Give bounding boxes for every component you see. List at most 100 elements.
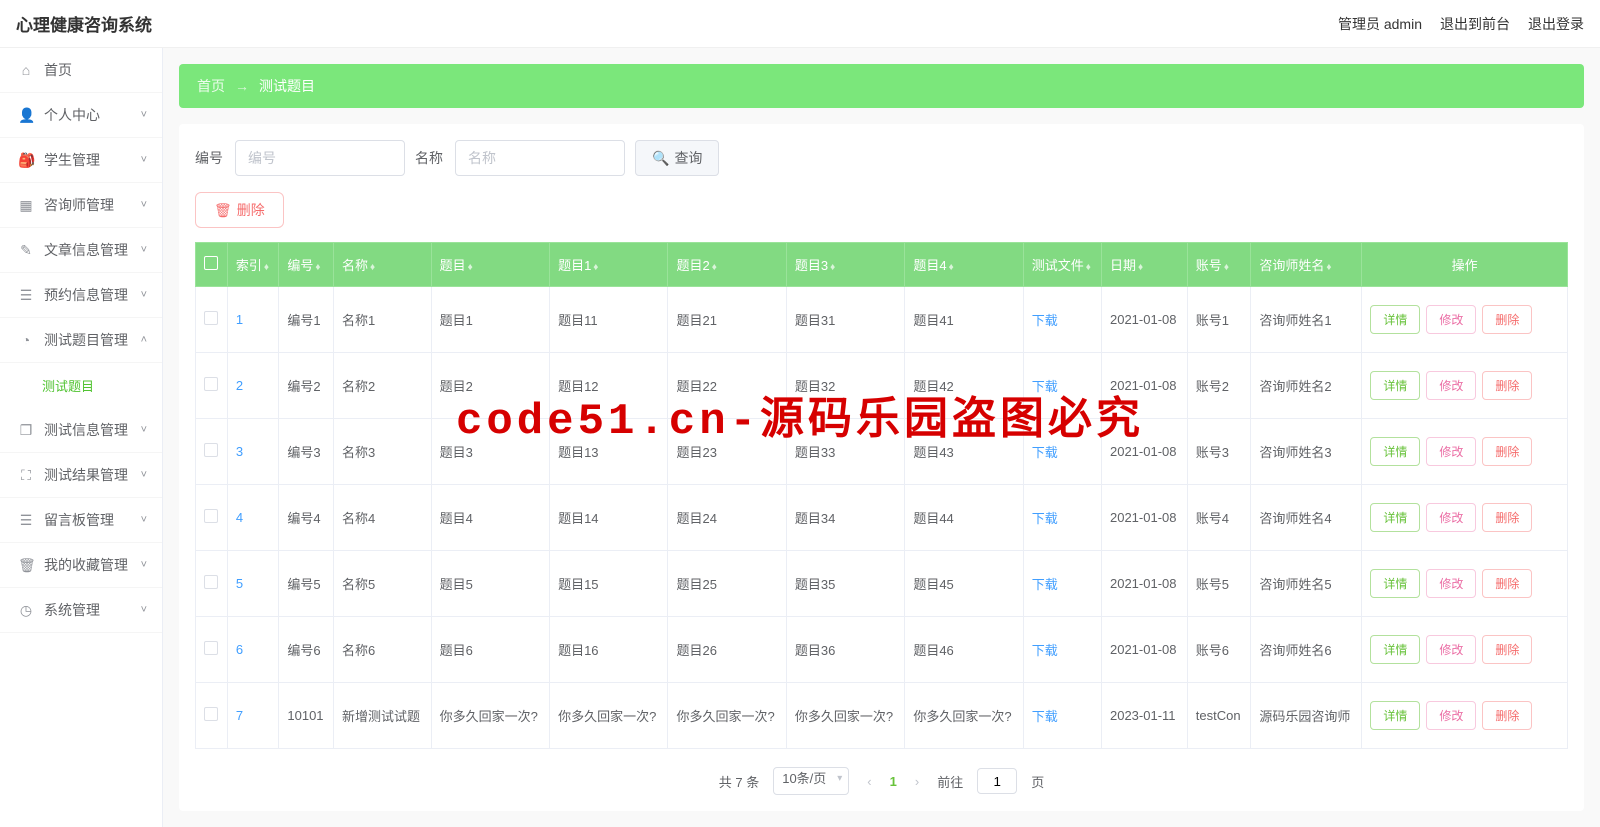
detail-button[interactable]: 详情 [1370,371,1420,400]
cell-code: 编号6 [279,617,334,683]
delete-button[interactable]: 删除 [1482,371,1532,400]
sort-icon[interactable]: ♦ [370,262,375,273]
delete-button[interactable]: 删除 [1482,503,1532,532]
goto-suffix: 页 [1031,772,1044,791]
menu-label: 测试结果管理 [44,465,128,485]
sort-icon[interactable]: ♦ [1224,262,1229,273]
sidebar-item-10[interactable]: 🗑我的收藏管理˅ [0,543,162,588]
cell-t0: 题目6 [431,617,549,683]
delete-button[interactable]: 删除 [1482,305,1532,334]
chevron-down-icon: ˅ [141,244,147,256]
row-checkbox[interactable] [204,707,218,721]
sort-icon[interactable]: ♦ [830,262,835,273]
detail-button[interactable]: 详情 [1370,635,1420,664]
delete-button[interactable]: 删除 [1482,569,1532,598]
table-header-8: 题目4♦ [905,243,1023,287]
row-checkbox[interactable] [204,443,218,457]
header-logout[interactable]: 退出登录 [1528,14,1584,34]
download-link[interactable]: 下载 [1032,577,1058,592]
sidebar-item-0[interactable]: ⌂首页 [0,48,162,93]
cell-date: 2021-01-08 [1101,287,1187,353]
detail-button[interactable]: 详情 [1370,305,1420,334]
chevron-down-icon: ˅ [141,289,147,301]
cell-date: 2021-01-08 [1101,353,1187,419]
sort-icon[interactable]: ♦ [264,262,269,273]
download-link[interactable]: 下载 [1032,643,1058,658]
edit-button[interactable]: 修改 [1426,371,1476,400]
download-link[interactable]: 下载 [1032,445,1058,460]
page-prev-button[interactable]: ‹ [863,774,875,789]
edit-button[interactable]: 修改 [1426,305,1476,334]
sidebar-item-9[interactable]: ☰留言板管理˅ [0,498,162,543]
cell-code: 编号3 [279,419,334,485]
edit-button[interactable]: 修改 [1426,437,1476,466]
header-exit-front[interactable]: 退出到前台 [1440,14,1510,34]
breadcrumb-home[interactable]: 首页 [197,76,225,96]
detail-button[interactable]: 详情 [1370,503,1420,532]
download-link[interactable]: 下载 [1032,511,1058,526]
app-title: 心理健康咨询系统 [16,11,152,36]
bulk-delete-button[interactable]: 🗑 删除 [195,192,284,228]
edit-button[interactable]: 修改 [1426,503,1476,532]
row-checkbox[interactable] [204,509,218,523]
cell-ops: 详情修改删除 [1362,617,1568,683]
sidebar-item-8[interactable]: ⛶测试结果管理˅ [0,453,162,498]
sidebar-subitem-active[interactable]: 测试题目 [0,363,162,408]
edit-button[interactable]: 修改 [1426,635,1476,664]
delete-button[interactable]: 删除 [1482,701,1532,730]
row-checkbox[interactable] [204,575,218,589]
sort-icon[interactable]: ♦ [468,262,473,273]
download-link[interactable]: 下载 [1032,379,1058,394]
sidebar-item-3[interactable]: ▦咨询师管理˅ [0,183,162,228]
edit-button[interactable]: 修改 [1426,701,1476,730]
pagination-total: 共 7 条 [719,772,759,791]
menu-label: 我的收藏管理 [44,555,128,575]
sort-icon[interactable]: ♦ [593,262,598,273]
detail-button[interactable]: 详情 [1370,437,1420,466]
sidebar-item-6[interactable]: ◔测试题目管理˄ [0,318,162,363]
row-checkbox[interactable] [204,377,218,391]
sort-icon[interactable]: ♦ [1138,262,1143,273]
detail-button[interactable]: 详情 [1370,701,1420,730]
sidebar-item-7[interactable]: ❐测试信息管理˅ [0,408,162,453]
row-ops: 详情修改删除 [1370,503,1559,532]
edit-button[interactable]: 修改 [1426,569,1476,598]
cell-t2: 题目23 [668,419,786,485]
table-header-13: 操作 [1362,243,1568,287]
row-checkbox[interactable] [204,311,218,325]
table-row: 4编号4名称4题目4题目14题目24题目34题目44下载2021-01-08账号… [196,485,1568,551]
page-current[interactable]: 1 [890,774,897,789]
detail-button[interactable]: 详情 [1370,569,1420,598]
sort-icon[interactable]: ♦ [1326,262,1331,273]
table-header-5: 题目1♦ [550,243,668,287]
select-all-checkbox[interactable] [204,256,218,270]
page-size-select[interactable]: 10条/页 ▾ [773,767,849,795]
download-link[interactable]: 下载 [1032,313,1058,328]
sidebar-item-5[interactable]: ☰预约信息管理˅ [0,273,162,318]
filter-name-input[interactable] [455,140,625,176]
cell-account: 账号3 [1187,419,1251,485]
download-link[interactable]: 下载 [1032,709,1058,724]
delete-button[interactable]: 删除 [1482,635,1532,664]
sidebar-item-1[interactable]: 👤个人中心˅ [0,93,162,138]
sidebar-item-2[interactable]: 🎒学生管理˅ [0,138,162,183]
sidebar-item-11[interactable]: ◷系统管理˅ [0,588,162,633]
sort-icon[interactable]: ♦ [949,262,954,273]
cell-t3: 题目35 [786,551,904,617]
sort-icon[interactable]: ♦ [315,262,320,273]
table-row: 2编号2名称2题目2题目12题目22题目32题目42下载2021-01-08账号… [196,353,1568,419]
search-button[interactable]: 🔍 查询 [635,140,719,176]
menu-icon: ◔ [18,332,34,348]
sort-icon[interactable]: ♦ [1086,262,1091,273]
delete-button[interactable]: 删除 [1482,437,1532,466]
header-admin-label[interactable]: 管理员 admin [1338,14,1422,34]
menu-label: 首页 [44,60,72,80]
goto-page-input[interactable] [977,768,1017,794]
filter-code-input[interactable] [235,140,405,176]
cell-t3: 题目34 [786,485,904,551]
sidebar-item-4[interactable]: ✎文章信息管理˅ [0,228,162,273]
table-header-2: 编号♦ [279,243,334,287]
row-checkbox[interactable] [204,641,218,655]
sort-icon[interactable]: ♦ [712,262,717,273]
page-next-button[interactable]: › [911,774,923,789]
